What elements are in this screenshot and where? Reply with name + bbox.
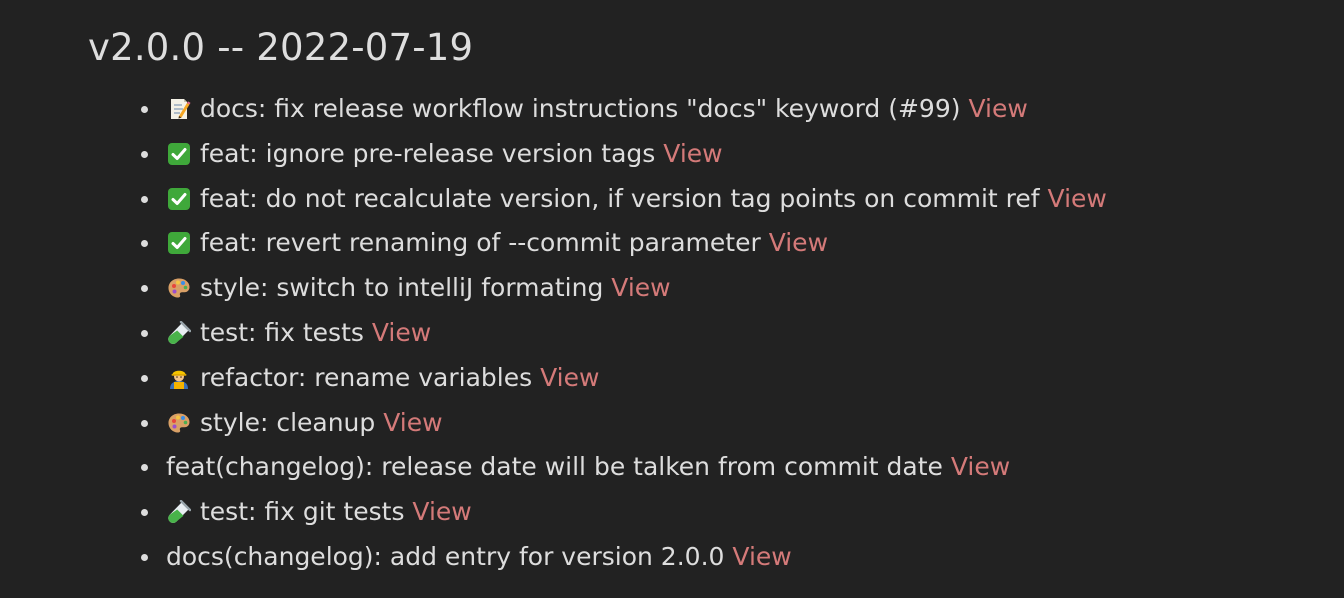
entry-text: feat: revert renaming of --commit parame…: [200, 228, 761, 258]
entry-text: docs(changelog): add entry for version 2…: [166, 541, 725, 571]
list-item: feat(changelog): release date will be ta…: [141, 445, 1304, 490]
list-item: docs: fix release workflow instructions …: [141, 87, 1304, 132]
view-link[interactable]: View: [372, 318, 431, 347]
view-link[interactable]: View: [611, 273, 670, 302]
entry-text: docs: fix release workflow instructions …: [200, 94, 961, 123]
entry-text: feat(changelog): release date will be ta…: [166, 452, 943, 482]
list-item: test: fix git tests View: [141, 490, 1304, 535]
list-item: feat: revert renaming of --commit parame…: [141, 221, 1304, 266]
check-mark-icon: [166, 141, 192, 167]
palette-icon: [166, 410, 192, 436]
release-heading: v2.0.0 -- 2022-07-19: [88, 26, 474, 69]
list-item: test: fix tests View: [141, 311, 1304, 356]
entry-text: style: switch to intelliJ formating: [200, 273, 604, 303]
entry-text: test: fix git tests: [200, 497, 405, 527]
list-item: style: switch to intelliJ formating View: [141, 266, 1304, 311]
view-link[interactable]: View: [968, 94, 1027, 123]
entry-text: refactor: rename variables: [200, 362, 533, 392]
view-link[interactable]: View: [732, 542, 791, 571]
test-tube-icon: [166, 320, 192, 346]
view-link[interactable]: View: [540, 363, 599, 392]
changelog-section: v2.0.0 -- 2022-07-19 docs: fix release w…: [88, 26, 1304, 580]
view-link[interactable]: View: [663, 139, 722, 168]
view-link[interactable]: View: [951, 452, 1010, 481]
list-item: feat: ignore pre-release version tags Vi…: [141, 132, 1304, 177]
list-item: refactor: rename variables View: [141, 356, 1304, 401]
view-link[interactable]: View: [1048, 184, 1107, 213]
entry-text: test: fix tests: [200, 317, 364, 347]
entry-text: feat: do not recalculate version, if ver…: [200, 183, 1040, 213]
construction-worker-icon: [166, 365, 192, 391]
view-link[interactable]: View: [412, 497, 471, 526]
changelog-list: docs: fix release workflow instructions …: [88, 87, 1304, 580]
list-item: docs(changelog): add entry for version 2…: [141, 535, 1304, 580]
check-mark-icon: [166, 186, 192, 212]
list-item: feat: do not recalculate version, if ver…: [141, 177, 1304, 222]
palette-icon: [166, 275, 192, 301]
entry-text: feat: ignore pre-release version tags: [200, 138, 656, 168]
entry-text: style: cleanup: [200, 407, 376, 437]
check-mark-icon: [166, 230, 192, 256]
view-link[interactable]: View: [383, 408, 442, 437]
memo-icon: [166, 96, 192, 122]
view-link[interactable]: View: [769, 228, 828, 257]
test-tube-icon: [166, 499, 192, 525]
list-item: style: cleanup View: [141, 401, 1304, 446]
